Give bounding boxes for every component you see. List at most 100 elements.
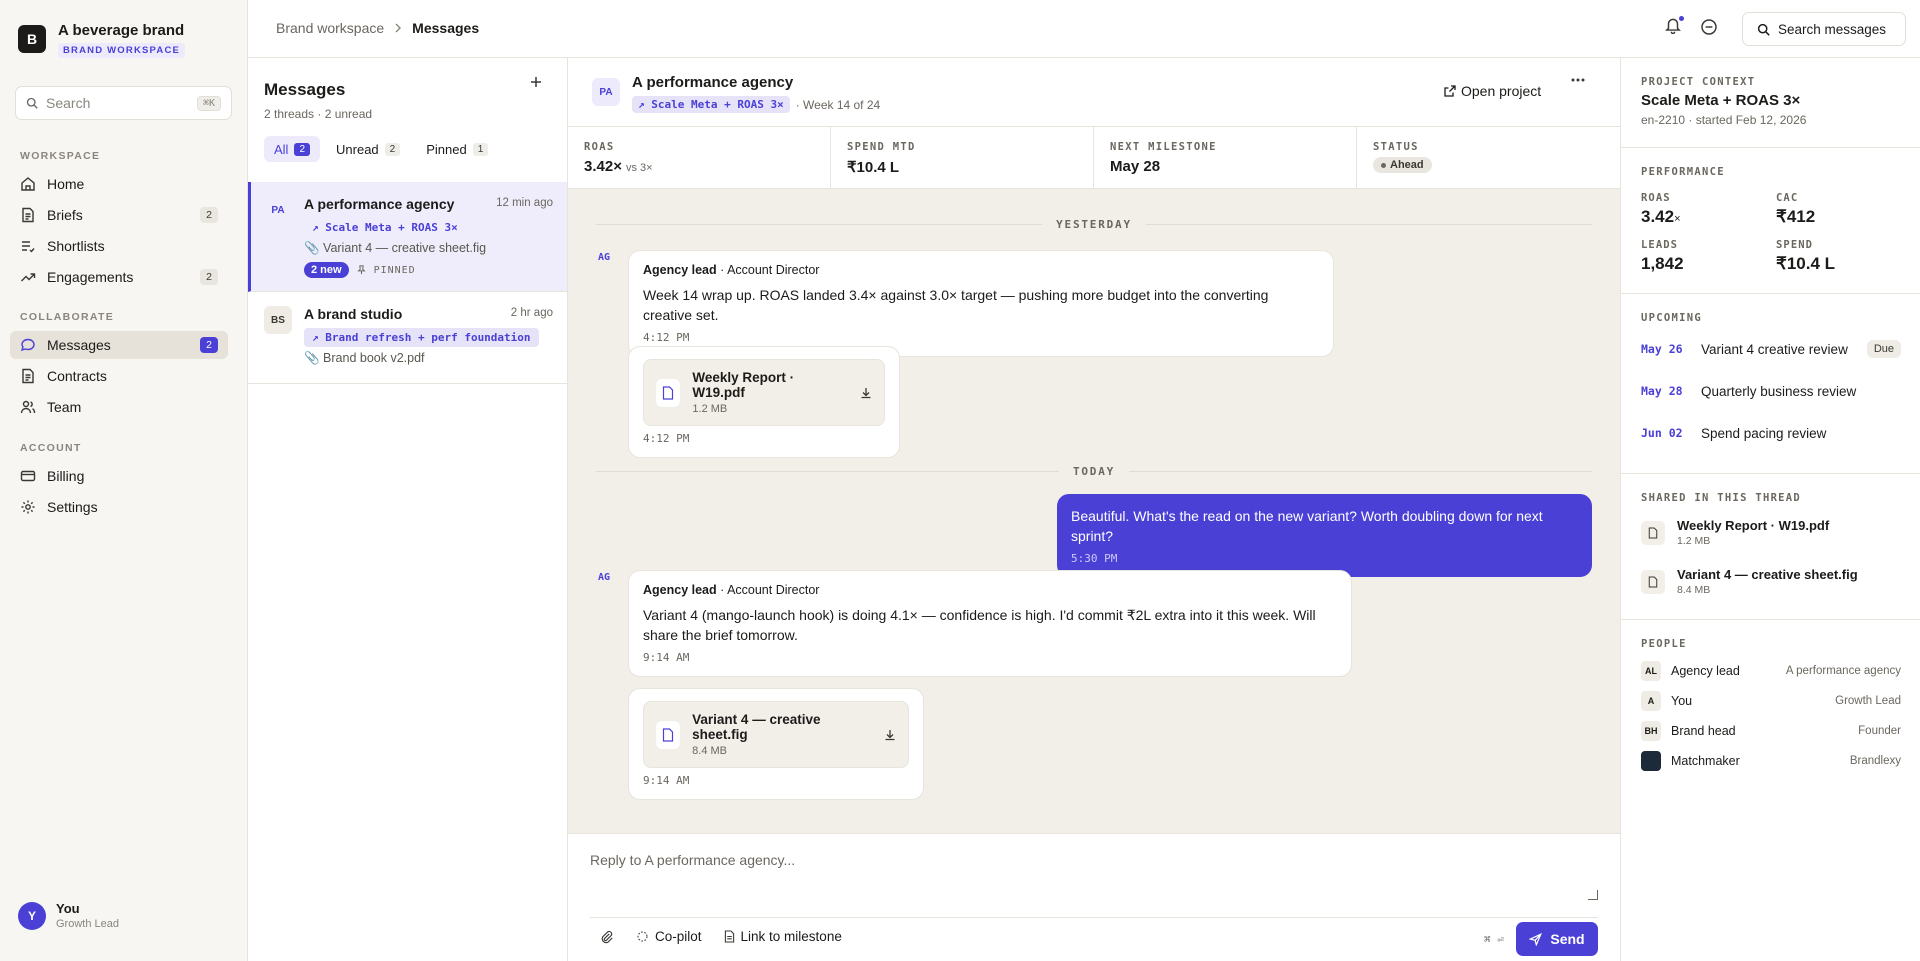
filter-count: 2 <box>384 142 401 156</box>
message-bubble: Agency lead · Account Director Variant 4… <box>628 570 1352 677</box>
thread-item[interactable]: PA A performance agency 12 min ago ↗ Sca… <box>248 182 567 292</box>
search-messages-button[interactable]: Search messages <box>1742 12 1906 46</box>
sidebar-item-label: Settings <box>47 499 98 515</box>
performance-label: PERFORMANCE <box>1641 166 1725 178</box>
stat-label: STATUS <box>1373 141 1419 153</box>
breadcrumb-current: Messages <box>412 20 480 36</box>
attach-button[interactable] <box>600 930 614 944</box>
open-project-button[interactable]: Open project <box>1444 83 1541 99</box>
notifications-button[interactable] <box>1664 16 1684 36</box>
sidebar-item-team[interactable]: Team <box>10 393 228 421</box>
sidebar-item-messages[interactable]: Messages 2 <box>10 331 228 359</box>
stat-label: SPEND MTD <box>847 141 916 153</box>
status-button[interactable] <box>1700 18 1720 38</box>
sidebar-item-billing[interactable]: Billing <box>10 462 228 490</box>
sidebar-item-settings[interactable]: Settings <box>10 493 228 521</box>
user-name: You <box>56 901 80 916</box>
message-time: 4:12 PM <box>643 331 690 344</box>
filter-unread[interactable]: Unread 2 <box>326 136 410 162</box>
more-horizontal-icon <box>1571 78 1585 82</box>
filter-count: 2 <box>294 142 311 156</box>
gear-icon <box>21 500 35 514</box>
composer: Co-pilot Link to milestone ⌘ ⏎ Send <box>568 833 1620 961</box>
file-icon <box>656 720 681 749</box>
file-icon <box>1641 569 1665 594</box>
shared-file[interactable]: Weekly Report · W19.pdf 1.2 MB <box>1641 508 1901 557</box>
attachment[interactable]: Weekly Report · W19.pdf 1.2 MB <box>643 359 885 426</box>
document-icon <box>22 207 34 223</box>
upcoming-item[interactable]: May 28 Quarterly business review <box>1641 370 1901 412</box>
link-milestone-button[interactable]: Link to milestone <box>724 929 842 944</box>
sparkle-icon <box>637 931 648 942</box>
user-profile[interactable]: Y You Growth Lead <box>18 901 119 930</box>
breadcrumb-root[interactable]: Brand workspace <box>276 20 384 36</box>
copilot-button[interactable]: Co-pilot <box>636 929 702 944</box>
person-row[interactable]: A You Growth Lead <box>1641 686 1901 716</box>
avatar <box>1641 751 1661 771</box>
thread-item[interactable]: BS A brand studio 2 hr ago ↗ Brand refre… <box>248 292 567 384</box>
conversation-avatar: PA <box>592 78 620 106</box>
avatar: A <box>1641 691 1661 711</box>
reply-input[interactable] <box>590 852 1598 904</box>
more-options-button[interactable] <box>1571 78 1585 82</box>
new-thread-button[interactable] <box>530 76 542 88</box>
download-icon[interactable] <box>884 729 896 741</box>
attachment[interactable]: Variant 4 — creative sheet.fig 8.4 MB <box>643 701 909 768</box>
sidebar-item-briefs[interactable]: Briefs 2 <box>10 201 228 229</box>
send-button[interactable]: Send <box>1516 922 1598 956</box>
sidebar-item-home[interactable]: Home <box>10 170 228 198</box>
upcoming-label: UPCOMING <box>1641 312 1702 324</box>
avatar: AL <box>1641 661 1661 681</box>
sidebar-item-engagements[interactable]: Engagements 2 <box>10 263 228 291</box>
person-org: Growth Lead <box>1835 695 1901 707</box>
thread-avatar: BS <box>264 306 292 334</box>
message-bubble: Variant 4 — creative sheet.fig 8.4 MB 9:1… <box>628 688 924 800</box>
upcoming-item[interactable]: Jun 02 Spend pacing review <box>1641 412 1901 454</box>
message-role: · Account Director <box>720 583 820 597</box>
filter-pinned[interactable]: Pinned 1 <box>416 136 498 162</box>
document-icon <box>22 368 34 384</box>
top-bar: Brand workspace Messages Search messages <box>248 0 1920 58</box>
person-row[interactable]: AL Agency lead A performance agency <box>1641 656 1901 686</box>
message-text: Beautiful. What's the read on the new va… <box>1071 508 1543 544</box>
status-badge: Ahead <box>1373 157 1432 173</box>
send-shortcut: ⌘ ⏎ <box>1484 933 1504 946</box>
sidebar-item-contracts[interactable]: Contracts <box>10 362 228 390</box>
shared-file[interactable]: Variant 4 — creative sheet.fig 8.4 MB <box>1641 557 1901 606</box>
sidebar-search[interactable]: Search ⌘K <box>15 86 232 120</box>
chat-icon <box>20 338 35 352</box>
send-label: Send <box>1550 931 1585 947</box>
messages-count: 2 <box>200 337 218 353</box>
composer-divider <box>590 917 1598 918</box>
perf-value: ₹10.4 L <box>1776 254 1836 273</box>
filter-label: All <box>274 141 289 157</box>
conversation-title: A performance agency <box>632 74 794 91</box>
conversation-project-tag[interactable]: ↗ Scale Meta + ROAS 3× <box>632 96 790 113</box>
person-row[interactable]: BH Brand head Founder <box>1641 716 1901 746</box>
card-icon <box>20 470 36 482</box>
project-context: PROJECT CONTEXT Scale Meta + ROAS 3× en-… <box>1621 58 1920 148</box>
sidebar-item-label: Engagements <box>47 269 134 285</box>
upcoming-date: Jun 02 <box>1641 426 1683 440</box>
people-label: PEOPLE <box>1641 638 1687 650</box>
download-icon[interactable] <box>860 387 872 399</box>
file-icon <box>1641 520 1665 545</box>
attachment-size: 8.4 MB <box>692 745 728 757</box>
resize-handle[interactable] <box>1588 890 1598 900</box>
perf-label: LEADS <box>1641 239 1679 251</box>
day-separator: TODAY <box>596 464 1592 478</box>
filter-all[interactable]: All 2 <box>264 136 321 162</box>
upcoming-name: Spend pacing review <box>1701 425 1827 441</box>
brand-switcher[interactable]: B A beverage brand BRAND WORKSPACE <box>18 22 186 58</box>
stat-value: May 28 <box>1110 158 1161 175</box>
person-row[interactable]: Matchmaker Brandlexy <box>1641 746 1901 776</box>
message-avatar: AG <box>598 252 611 263</box>
upcoming-item[interactable]: May 26 Variant 4 creative review Due <box>1641 328 1901 370</box>
thread-list-title: Messages <box>264 80 346 99</box>
paperclip-icon <box>601 930 613 943</box>
sidebar-item-label: Briefs <box>47 207 83 223</box>
thread-last-file: 📎 Brand book v2.pdf <box>304 351 425 365</box>
conversation-week: · Week 14 of 24 <box>795 97 881 112</box>
sidebar-item-shortlists[interactable]: Shortlists <box>10 232 228 260</box>
brand-logo: B <box>18 25 46 53</box>
